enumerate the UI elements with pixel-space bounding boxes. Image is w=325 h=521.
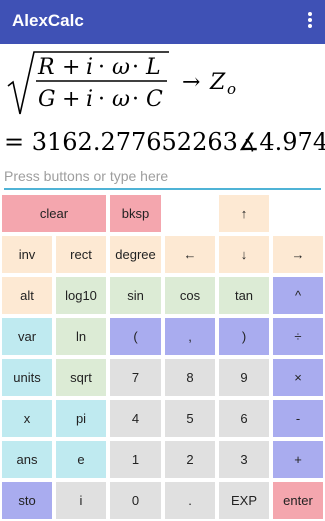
formula-display: R + i · ω · L G + i · ω · C → Z o	[4, 44, 325, 122]
minus-key[interactable]: -	[271, 398, 325, 439]
rect-key[interactable]: rect	[54, 234, 108, 275]
overflow-menu-icon[interactable]	[307, 12, 313, 30]
keypad: clear bksp ↑ inv rect degree ← ↓ → alt log10 sin cos…	[0, 193, 325, 521]
0-key[interactable]: 0	[108, 480, 163, 521]
den-omega: ω	[112, 87, 130, 112]
close-paren-key[interactable]: )	[217, 316, 271, 357]
7-key[interactable]: 7	[108, 357, 163, 398]
den-i: i	[86, 87, 93, 112]
tan-key[interactable]: tan	[217, 275, 271, 316]
enter-key[interactable]: enter	[271, 480, 325, 521]
inv-key[interactable]: inv	[0, 234, 54, 275]
result-display: = 3162.277652263∡4.97499999	[4, 128, 325, 156]
2-key[interactable]: 2	[163, 439, 217, 480]
app-title: AlexCalc	[12, 11, 84, 30]
sqrt-key[interactable]: sqrt	[54, 357, 108, 398]
multiply-key[interactable]: ×	[271, 357, 325, 398]
1-key[interactable]: 1	[108, 439, 163, 480]
den-C: C	[146, 87, 163, 112]
blank-key	[271, 193, 325, 234]
comma-key[interactable]: ,	[163, 316, 217, 357]
right-key[interactable]: →	[271, 234, 325, 275]
cos-key[interactable]: cos	[163, 275, 217, 316]
degree-key[interactable]: degree	[108, 234, 163, 275]
4-key[interactable]: 4	[108, 398, 163, 439]
sin-key[interactable]: sin	[108, 275, 163, 316]
num-R: R	[37, 55, 55, 80]
3-key[interactable]: 3	[217, 439, 271, 480]
e-key[interactable]: e	[54, 439, 108, 480]
8-key[interactable]: 8	[163, 357, 217, 398]
den-plus: +	[62, 87, 80, 112]
z-symbol: Z	[209, 70, 226, 95]
app-bar: AlexCalc	[0, 0, 325, 44]
down-key[interactable]: ↓	[217, 234, 271, 275]
sto-key[interactable]: sto	[0, 480, 54, 521]
ans-key[interactable]: ans	[0, 439, 54, 480]
num-plus: +	[62, 55, 80, 80]
num-omega: ω	[112, 55, 130, 80]
log10-key[interactable]: log10	[54, 275, 108, 316]
den-dot1: ·	[98, 87, 105, 112]
z-subscript: o	[227, 80, 236, 98]
up-key[interactable]: ↑	[217, 193, 271, 234]
power-key[interactable]: ^	[271, 275, 325, 316]
ln-key[interactable]: ln	[54, 316, 108, 357]
num-dot1: ·	[98, 55, 105, 80]
num-dot2: ·	[132, 55, 139, 80]
exp-key[interactable]: EXP	[217, 480, 271, 521]
units-key[interactable]: units	[0, 357, 54, 398]
i-key[interactable]: i	[54, 480, 108, 521]
den-dot2: ·	[132, 87, 139, 112]
open-paren-key[interactable]: (	[108, 316, 163, 357]
divide-key[interactable]: ÷	[271, 316, 325, 357]
num-i: i	[86, 55, 93, 80]
expression-input[interactable]	[4, 166, 321, 186]
9-key[interactable]: 9	[217, 357, 271, 398]
num-L: L	[145, 55, 161, 80]
alt-key[interactable]: alt	[0, 275, 54, 316]
left-key[interactable]: ←	[163, 234, 217, 275]
input-field-wrapper	[4, 166, 321, 190]
5-key[interactable]: 5	[163, 398, 217, 439]
bksp-key[interactable]: bksp	[108, 193, 163, 234]
blank-key	[163, 193, 217, 234]
clear-key[interactable]: clear	[0, 193, 108, 234]
decimal-key[interactable]: .	[163, 480, 217, 521]
pi-key[interactable]: pi	[54, 398, 108, 439]
6-key[interactable]: 6	[217, 398, 271, 439]
den-G: G	[38, 87, 56, 112]
formula-svg: R + i · ω · L G + i · ω · C → Z o	[7, 51, 236, 115]
plus-key[interactable]: +	[271, 439, 325, 480]
var-key[interactable]: var	[0, 316, 54, 357]
x-key[interactable]: x	[0, 398, 54, 439]
arrow: →	[182, 70, 200, 95]
